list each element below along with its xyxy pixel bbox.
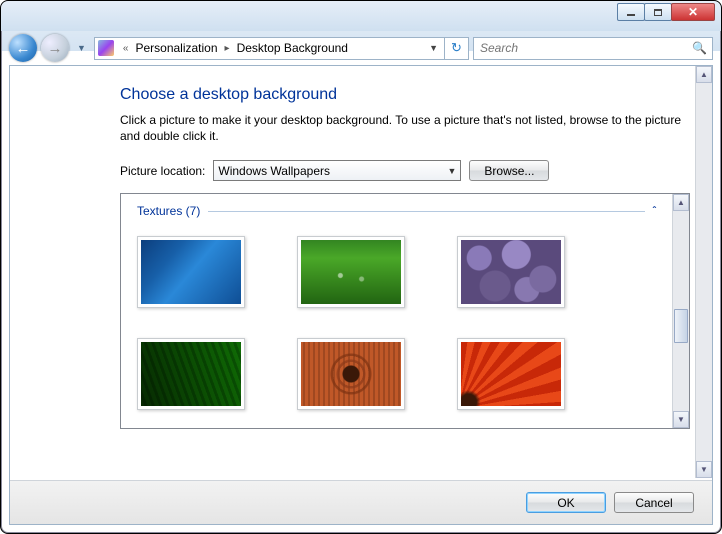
back-arrow-icon: ← [16,40,31,57]
recent-locations-dropdown[interactable]: ▼ [73,43,90,53]
title-bar: ✕ [1,1,721,31]
wallpaper-thumb-fish[interactable] [137,236,245,308]
scroll-up-button[interactable]: ▲ [673,194,689,211]
back-button[interactable]: ← [9,34,37,62]
breadcrumb-personalization[interactable]: Personalization [133,41,219,55]
forward-button[interactable]: → [41,34,69,62]
close-icon: ✕ [688,5,698,19]
window-controls: ✕ [618,3,715,21]
window-frame: ✕ ← → ▼ « Personalization ▸ Desktop Back… [0,0,722,534]
search-box[interactable]: 🔍 [473,37,713,60]
group-divider [208,211,644,212]
outer-scroll-up-button[interactable]: ▲ [696,66,712,83]
outer-scroll-down-button[interactable]: ▼ [696,461,712,478]
page-title: Choose a desktop background [120,86,690,104]
refresh-button[interactable]: ↻ [444,37,468,60]
minimize-icon [627,14,635,16]
wallpaper-thumb-grass[interactable] [297,236,405,308]
minimize-button[interactable] [617,3,645,21]
outer-scrollbar[interactable]: ▲ ▼ [695,66,712,478]
chevron-down-icon: ▼ [447,166,456,176]
wallpaper-thumb-stones[interactable] [457,236,565,308]
address-dropdown-icon[interactable]: ▼ [423,43,444,53]
navigation-bar: ← → ▼ « Personalization ▸ Desktop Backgr… [9,31,713,65]
picture-location-combo[interactable]: Windows Wallpapers ▼ [213,160,461,181]
main-area: Choose a desktop background Click a pict… [10,66,712,478]
combo-value: Windows Wallpapers [218,164,447,178]
wallpaper-thumb-flower[interactable] [457,338,565,410]
wallpaper-listbox: Textures (7) ˆ ▲ [120,193,690,429]
scroll-thumb[interactable] [674,309,688,343]
cancel-button[interactable]: Cancel [614,492,694,513]
maximize-icon [654,9,662,16]
chevron-icon: « [118,43,134,54]
list-scrollbar[interactable]: ▲ ▼ [672,194,689,428]
page-description: Click a picture to make it your desktop … [120,112,690,144]
wallpaper-list-inner: Textures (7) ˆ [121,194,672,428]
refresh-icon: ↻ [451,40,462,56]
maximize-button[interactable] [644,3,672,21]
breadcrumb-desktop-background[interactable]: Desktop Background [235,41,350,55]
location-label: Picture location: [120,164,205,178]
wallpaper-thumb-wood[interactable] [297,338,405,410]
address-bar[interactable]: « Personalization ▸ Desktop Background ▼… [94,37,469,60]
forward-arrow-icon: → [48,40,63,57]
search-icon: 🔍 [687,41,712,55]
location-row: Picture location: Windows Wallpapers ▼ B… [120,160,690,181]
wallpaper-thumb-leaf[interactable] [137,338,245,410]
content-pane: Choose a desktop background Click a pict… [9,65,713,525]
footer-bar: OK Cancel [10,480,712,524]
group-header-textures[interactable]: Textures (7) ˆ [137,204,656,218]
personalization-icon [98,40,114,56]
thumbnail-grid [137,236,656,410]
close-button[interactable]: ✕ [671,3,715,21]
collapse-icon[interactable]: ˆ [653,206,656,217]
group-title: Textures (7) [137,204,200,218]
chevron-right-icon: ▸ [220,43,235,54]
search-input[interactable] [474,41,687,55]
ok-button[interactable]: OK [526,492,606,513]
scroll-down-button[interactable]: ▼ [673,411,689,428]
browse-button[interactable]: Browse... [469,160,549,181]
